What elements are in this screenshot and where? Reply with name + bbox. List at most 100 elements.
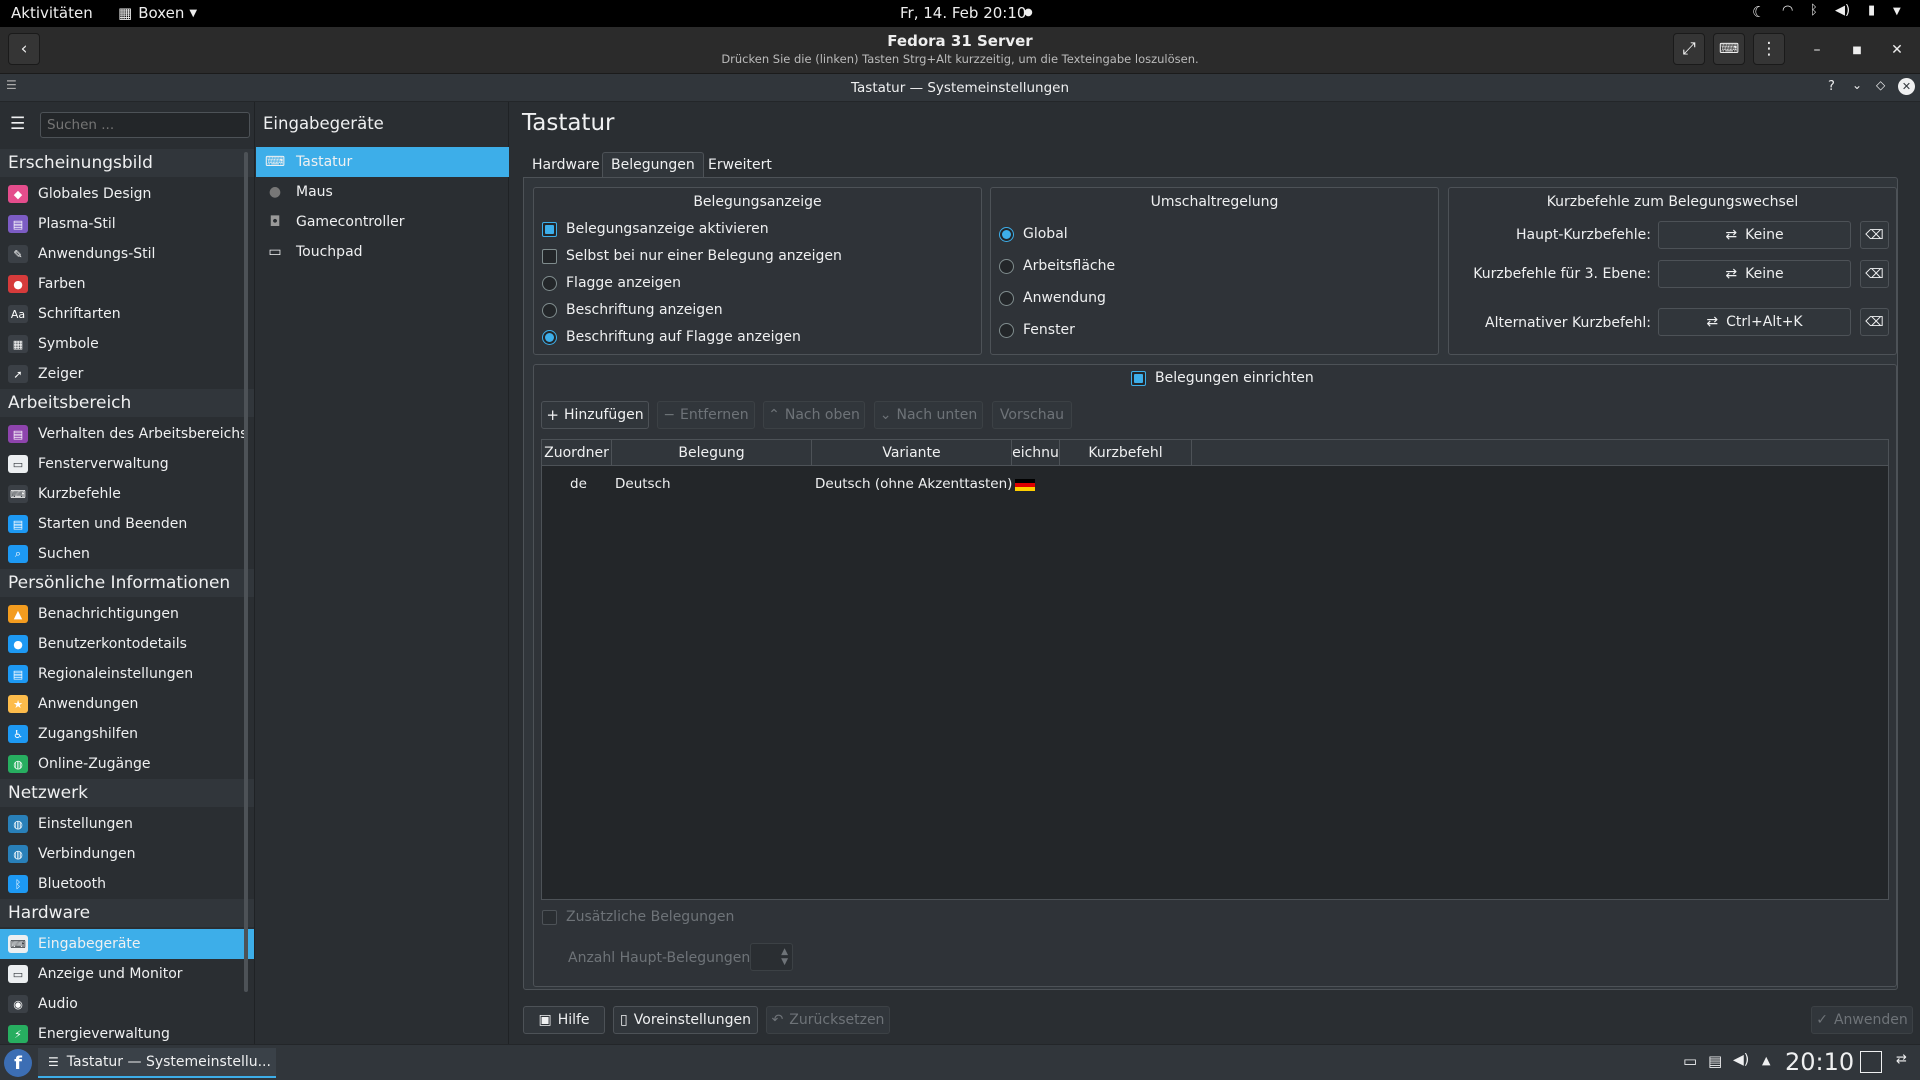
radio[interactable] (999, 290, 1014, 306)
sidebar-item-farben[interactable]: ● Farben (0, 269, 254, 299)
sidebar-item-verhalten-des-arbeitsbereichs[interactable]: ▤ Verhalten des Arbeitsbereichs (0, 419, 254, 449)
window-minimize-icon[interactable]: ⌄ (1852, 78, 1862, 92)
move-down-button[interactable]: ⌄ Nach unten (874, 401, 983, 429)
menu-button[interactable]: ⋮ (1753, 33, 1785, 65)
sidebar-item-audio[interactable]: ◉ Audio (0, 989, 254, 1019)
sidebar-item-starten-und-beenden[interactable]: ▤ Starten und Beenden (0, 509, 254, 539)
clear-main-shortcut-button[interactable]: ⌫ (1860, 221, 1889, 249)
night-light-icon[interactable]: ☾ (1752, 3, 1765, 21)
tray-expand-icon[interactable]: ▲ (1762, 1054, 1770, 1067)
clear-alt-shortcut-button[interactable]: ⌫ (1860, 308, 1889, 336)
app-menu[interactable]: ▦ Boxen ▼ (118, 4, 197, 22)
add-button[interactable]: + Hinzufügen (541, 401, 649, 429)
checkbox[interactable] (542, 221, 557, 237)
system-menu-icon[interactable]: ▼ (1893, 6, 1901, 17)
main-shortcut-button[interactable]: ⇄ Keine (1658, 221, 1851, 249)
panel-config-icon[interactable]: ⇄ (1896, 1052, 1907, 1067)
indicator-label-on-flag-radio[interactable]: Beschriftung auf Flagge anzeigen (542, 329, 801, 345)
indicator-label-radio[interactable]: Beschriftung anzeigen (542, 302, 723, 318)
volume-tray-icon[interactable]: ◀) (1733, 1052, 1749, 1068)
sidebar-item-regionaleinstellungen[interactable]: ▤ Regionaleinstellungen (0, 659, 254, 689)
radio[interactable] (999, 322, 1014, 338)
taskbar-clock[interactable]: 20:10 (1785, 1048, 1854, 1076)
window-close-icon[interactable]: ✕ (1898, 78, 1915, 95)
checkbox[interactable] (542, 909, 557, 925)
list-item-gamecontroller[interactable]: ◘ Gamecontroller (256, 207, 509, 237)
clipboard-tray-icon[interactable]: ▤ (1708, 1052, 1722, 1070)
column-header-variant[interactable]: Variante (812, 440, 1012, 466)
checkbox[interactable] (1131, 370, 1146, 386)
sidebar-item-suchen[interactable]: ⌕ Suchen (0, 539, 254, 569)
help-icon[interactable]: ? (1828, 79, 1835, 94)
help-button[interactable]: ▣ Hilfe (523, 1006, 605, 1034)
indicator-enable-checkbox[interactable]: Belegungsanzeige aktivieren (542, 221, 769, 237)
clock[interactable]: Fr, 14. Feb 20:10 (900, 4, 1026, 22)
indicator-flag-radio[interactable]: Flagge anzeigen (542, 275, 681, 291)
fedora-launcher-icon[interactable]: f (4, 1049, 32, 1077)
tab-erweitert[interactable]: Erweitert (699, 152, 781, 178)
switching-global-radio[interactable]: Global (999, 226, 1068, 242)
checkbox[interactable] (542, 248, 557, 264)
preview-button[interactable]: Vorschau (992, 401, 1072, 429)
remove-button[interactable]: − Entfernen (657, 401, 755, 429)
defaults-button[interactable]: ▯ Voreinstellungen (613, 1006, 758, 1034)
table-row[interactable]: de Deutsch Deutsch (ohne Akzenttasten) (542, 472, 1888, 496)
battery-icon[interactable]: ▮ (1868, 3, 1875, 18)
radio[interactable] (542, 329, 557, 345)
sidebar-item-eingabegerate[interactable]: ⌨ Eingabegeräte (0, 929, 254, 959)
sidebar-item-globales-design[interactable]: ◆ Globales Design (0, 179, 254, 209)
sidebar-item-schriftarten[interactable]: Aa Schriftarten (0, 299, 254, 329)
sidebar-item-online-zugange[interactable]: ◍ Online-Zugänge (0, 749, 254, 779)
sidebar-item-bluetooth[interactable]: ᛒ Bluetooth (0, 869, 254, 899)
column-header-map[interactable]: Zuordner (542, 440, 612, 466)
window-maximize-icon[interactable]: ◇ (1876, 78, 1885, 92)
sidebar-item-plasma-stil[interactable]: ▤ Plasma-Stil (0, 209, 254, 239)
alt-shortcut-button[interactable]: ⇄ Ctrl+Alt+K (1658, 308, 1851, 336)
fullscreen-button[interactable]: ⤢ (1673, 33, 1705, 65)
show-desktop-icon[interactable] (1860, 1051, 1882, 1073)
sidebar-item-anzeige-und-monitor[interactable]: ▭ Anzeige und Monitor (0, 959, 254, 989)
hamburger-menu-icon[interactable]: ☰ (10, 114, 25, 134)
column-header-shortcut[interactable]: Kurzbefehl (1060, 440, 1192, 466)
move-up-button[interactable]: ⌃ Nach oben (763, 401, 865, 429)
minimize-button[interactable]: – (1807, 40, 1827, 60)
display-tray-icon[interactable]: ▭ (1683, 1052, 1697, 1070)
list-item-touchpad[interactable]: ▭ Touchpad (256, 237, 509, 267)
sidebar-scrollbar[interactable] (244, 152, 248, 992)
sidebar-item-anwendungs-stil[interactable]: ✎ Anwendungs-Stil (0, 239, 254, 269)
tab-belegungen[interactable]: Belegungen (602, 152, 704, 178)
column-header-layout[interactable]: Belegung (612, 440, 812, 466)
radio[interactable] (999, 258, 1014, 274)
reset-button[interactable]: ↶ Zurücksetzen (766, 1006, 890, 1034)
activities-button[interactable]: Aktivitäten (11, 4, 93, 22)
apply-button[interactable]: ✓ Anwenden (1811, 1006, 1913, 1034)
radio[interactable] (999, 226, 1014, 242)
sidebar-item-einstellungen[interactable]: ◍ Einstellungen (0, 809, 254, 839)
switching-desktop-radio[interactable]: Arbeitsfläche (999, 258, 1115, 274)
configure-layouts-checkbox[interactable]: Belegungen einrichten (1131, 370, 1314, 386)
extra-layouts-checkbox[interactable]: Zusätzliche Belegungen (542, 909, 734, 925)
sidebar-item-verbindungen[interactable]: ◍ Verbindungen (0, 839, 254, 869)
column-header-label[interactable]: eichnu (1012, 440, 1060, 466)
volume-icon[interactable]: ◀) (1835, 3, 1850, 18)
sidebar-item-energieverwaltung[interactable]: ⚡ Energieverwaltung (0, 1019, 254, 1044)
list-item-tastatur[interactable]: ⌨ Tastatur (256, 147, 509, 177)
sidebar-item-fensterverwaltung[interactable]: ▭ Fensterverwaltung (0, 449, 254, 479)
radio[interactable] (542, 275, 557, 291)
layouts-table[interactable] (541, 439, 1889, 900)
switching-window-radio[interactable]: Fenster (999, 322, 1075, 338)
switching-application-radio[interactable]: Anwendung (999, 290, 1106, 306)
sidebar-item-zugangshilfen[interactable]: ♿ Zugangshilfen (0, 719, 254, 749)
sidebar-item-benachrichtigungen[interactable]: ▲ Benachrichtigungen (0, 599, 254, 629)
sidebar-item-symbole[interactable]: ▦ Symbole (0, 329, 254, 359)
list-item-maus[interactable]: ● Maus (256, 177, 509, 207)
wifi-icon[interactable]: ◠ (1782, 3, 1793, 18)
radio[interactable] (542, 302, 557, 318)
maximize-button[interactable]: ■ (1847, 40, 1867, 60)
search-input[interactable] (40, 112, 250, 138)
clear-third-level-shortcut-button[interactable]: ⌫ (1860, 260, 1889, 288)
sidebar-item-anwendungen[interactable]: ★ Anwendungen (0, 689, 254, 719)
taskbar-task[interactable]: ☰ Tastatur — Systemeinstellu... (38, 1048, 276, 1078)
keyboard-button[interactable]: ⌨ (1713, 33, 1745, 65)
sidebar-item-benutzerkontodetails[interactable]: ● Benutzerkontodetails (0, 629, 254, 659)
